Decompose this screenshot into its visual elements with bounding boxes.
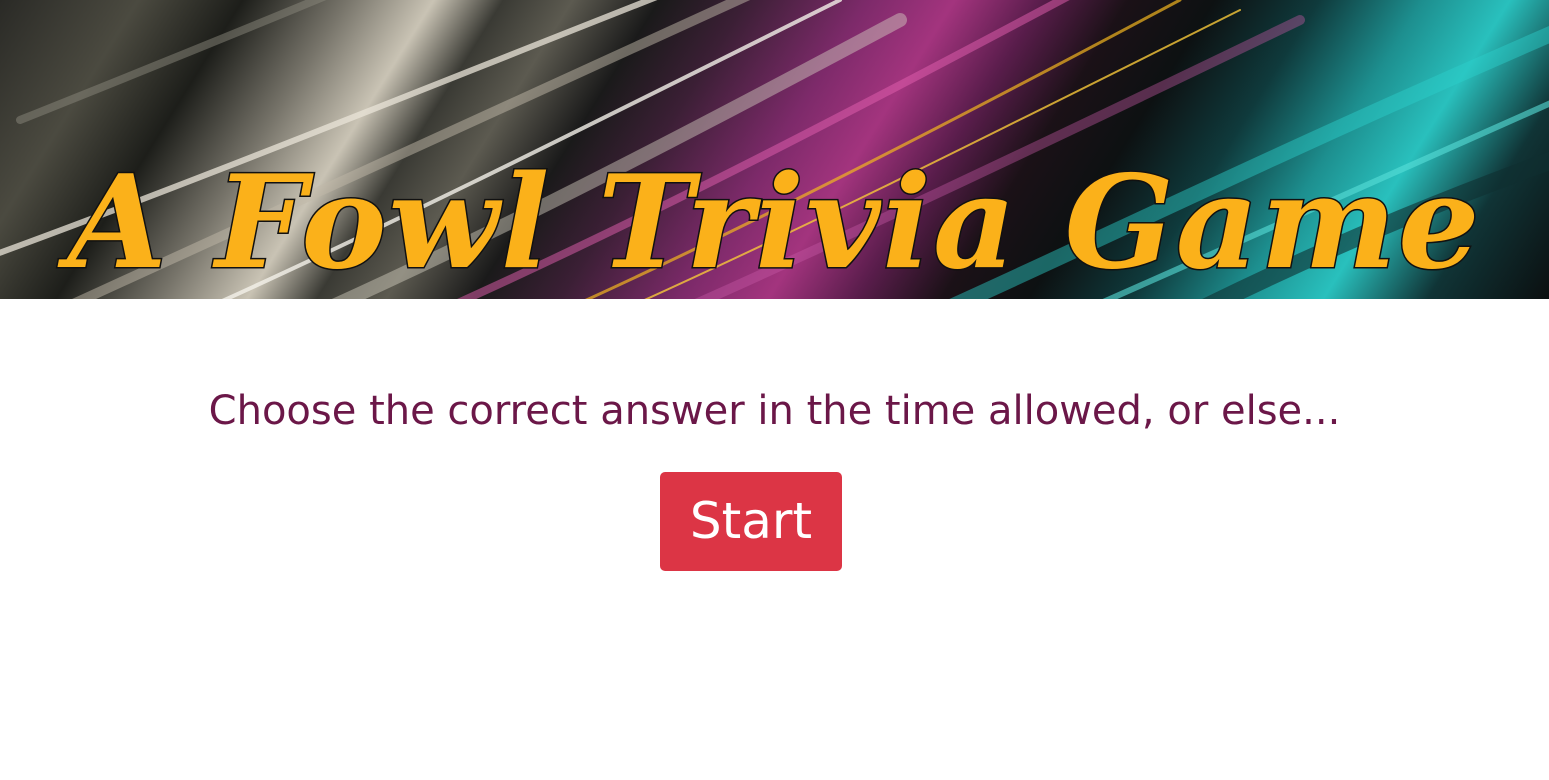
game-title: A Fowl Trivia Game — [66, 146, 1482, 299]
start-button[interactable]: Start — [660, 472, 842, 571]
instructions-text: Choose the correct answer in the time al… — [208, 388, 1341, 434]
header-banner: A Fowl Trivia Game — [0, 0, 1549, 299]
game-page: A Fowl Trivia Game Choose the correct an… — [0, 0, 1549, 780]
